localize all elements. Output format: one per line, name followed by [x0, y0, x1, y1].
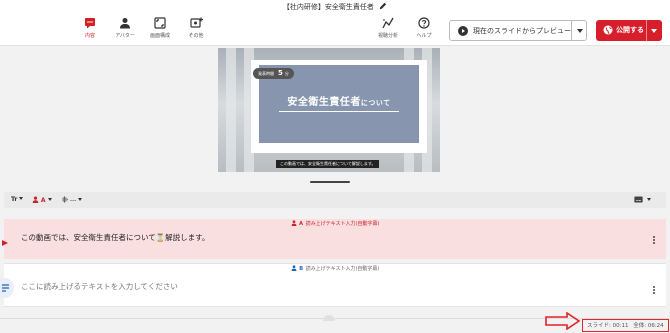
row-b-header: B 読み上げテキスト入力(自動字幕): [4, 265, 666, 272]
chevron-down-icon: [646, 198, 651, 201]
text-style-label: Tr: [11, 196, 18, 203]
speaker-person-icon: [291, 220, 296, 226]
publish-label: 公開する: [616, 26, 644, 34]
text-toolbar: Tr A ---: [4, 192, 666, 208]
slide-title: 安全衛生責任者について: [259, 93, 419, 108]
voice-label: ---: [69, 197, 77, 204]
highlight-box: [582, 319, 669, 332]
slide-subtitle: この動画では、安全衛生責任者について解説します。: [276, 160, 380, 168]
preview-divider: [571, 21, 572, 40]
person-icon: [120, 18, 130, 29]
slide-title-main: 安全衛生責任者: [287, 97, 361, 108]
play-row-button[interactable]: [0, 235, 12, 249]
caption-icon: [634, 196, 643, 203]
narration-text-b-placeholder[interactable]: ここに読み上げるテキストを入力してください: [21, 281, 178, 292]
help-icon: [418, 17, 430, 29]
tab-layout[interactable]: 画面構成: [143, 17, 177, 45]
row-a-more-icon[interactable]: [653, 236, 656, 245]
tab-other[interactable]: その他: [179, 17, 213, 45]
voice-dropdown[interactable]: ---: [61, 196, 83, 204]
row-b-more-icon[interactable]: [653, 286, 656, 295]
globe-icon: [603, 25, 613, 35]
badge-prefix: 発表時間: [258, 71, 274, 76]
publish-divider: [646, 20, 647, 41]
chevron-down-icon: [78, 198, 83, 201]
project-title-text: 【社内研修】安全衛生責任者: [282, 3, 374, 11]
analytics-label: 視聴分析: [377, 33, 398, 39]
tab-content[interactable]: 内容: [73, 17, 107, 45]
pencil-icon[interactable]: [379, 2, 387, 12]
help-label: ヘルプ: [416, 33, 432, 39]
background-pillar: [226, 48, 236, 172]
badge-number: 5: [278, 69, 283, 77]
publish-chevron-down-icon[interactable]: [651, 29, 657, 33]
chevron-down-icon: [19, 197, 24, 200]
tab-other-label: その他: [188, 33, 204, 39]
duration-badge: 発表時間 5 分: [253, 68, 294, 79]
slide-scrub-bar[interactable]: [310, 181, 350, 183]
narration-text-a[interactable]: この動画では、安全衛生責任者について⏳解説します。: [21, 232, 209, 243]
row-a-header: A 読み上げテキスト入力(自動字幕): [4, 220, 666, 227]
tab-avatar[interactable]: アバター: [108, 17, 142, 45]
tab-avatar-label: アバター: [115, 33, 135, 39]
tab-layout-label: 画面構成: [149, 33, 170, 39]
narration-row-a[interactable]: A 読み上げテキスト入力(自動字幕) この動画では、安全衛生責任者について⏳解説…: [4, 219, 666, 259]
analytics-button[interactable]: 視聴分析: [371, 17, 405, 45]
panel-resize-handle[interactable]: [323, 315, 335, 321]
slide-preview[interactable]: 安全衛生責任者について 発表時間 5 分 この動画では、安全衛生責任者について解説し…: [218, 48, 440, 172]
chevron-down-icon: [47, 198, 52, 201]
narration-row-b[interactable]: B 読み上げテキスト入力(自動字幕) ここに読み上げるテキストを入力してください: [4, 263, 666, 307]
editor-app: 【社内研修】安全衛生責任者 内容 アバター 画面構成 その他 視聴分析 ヘルプ …: [0, 0, 670, 333]
row-a-label: 読み上げテキスト入力(自動字幕): [305, 221, 380, 227]
text-style-dropdown[interactable]: Tr: [11, 196, 24, 203]
arrow-right-icon: [545, 312, 581, 330]
play-icon: [2, 240, 8, 246]
preview-label: 現在のスライドからプレビュー: [473, 27, 571, 35]
chevron-down-icon[interactable]: [577, 29, 583, 33]
preview-from-slide-button[interactable]: 現在のスライドからプレビュー: [449, 20, 587, 41]
list-icon: [2, 284, 9, 292]
row-b-label: 読み上げテキスト入力(自動字幕): [305, 266, 380, 272]
row-a-speaker-letter: A: [299, 221, 304, 227]
speaker-person-icon: [291, 265, 297, 271]
analytics-icon: [382, 17, 394, 29]
row-b-speaker-letter: B: [299, 266, 304, 272]
top-header: 【社内研修】安全衛生責任者 内容 アバター 画面構成 その他 視聴分析 ヘルプ …: [0, 0, 670, 46]
publish-button[interactable]: 公開する: [596, 20, 662, 41]
speaker-person-icon: [32, 196, 39, 203]
help-button[interactable]: ヘルプ: [407, 17, 441, 45]
badge-suffix: 分: [284, 71, 289, 76]
slide-title-underline: [279, 111, 399, 112]
chat-icon: [85, 18, 95, 29]
speaker-label: A: [40, 197, 46, 204]
settings-plus-icon: [189, 17, 203, 28]
tab-content-label: 内容: [84, 33, 95, 39]
play-circle-icon: [458, 26, 468, 36]
layout-icon: [154, 17, 166, 29]
subtitle-settings-dropdown[interactable]: [634, 196, 651, 204]
slide-title-tail: について: [360, 99, 391, 107]
speaker-dropdown[interactable]: A: [32, 196, 52, 204]
waveform-icon: [62, 196, 68, 203]
project-title[interactable]: 【社内研修】安全衛生責任者: [0, 2, 670, 12]
